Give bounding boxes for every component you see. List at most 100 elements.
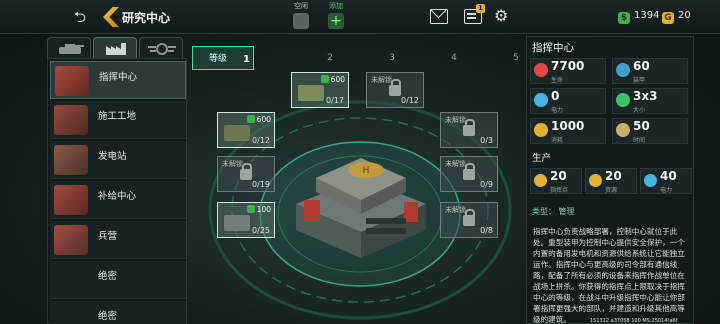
stat-label: 装甲 — [633, 77, 646, 84]
production-label: 指挥点 — [550, 187, 569, 194]
gold-coin-icon: G — [662, 12, 674, 24]
production-command-points: 20 指挥点 — [530, 168, 582, 194]
queue-slot-add[interactable]: 添加 + — [322, 1, 350, 29]
level-3[interactable]: 3 — [382, 47, 402, 69]
factory-icon — [106, 43, 126, 55]
stat-time: 50 时间 — [612, 118, 688, 144]
building-thumbnail — [54, 105, 88, 135]
building-name: 兵营 — [98, 231, 118, 242]
tab-buildings[interactable] — [93, 37, 137, 59]
upgrade-card-4[interactable]: 未解锁 0/3 — [440, 112, 498, 148]
stat-hp: 7700 生命 — [530, 58, 606, 84]
list-item-supply-center[interactable]: 补给中心 — [50, 181, 186, 219]
building-thumbnail — [55, 66, 89, 96]
mail-icon[interactable] — [430, 9, 448, 24]
production-label: 电力 — [660, 187, 673, 194]
lock-icon — [389, 79, 401, 96]
cash-counter[interactable]: $1394 — [618, 9, 660, 24]
gold-value: 20 — [678, 10, 691, 21]
card-progress: 0/12 — [401, 96, 419, 105]
cash-icon: $ — [618, 12, 630, 24]
stat-value: 60 — [633, 59, 650, 73]
list-item-construction-site[interactable]: 施工工地 — [50, 101, 186, 139]
production-value: 20 — [550, 169, 567, 183]
notification-badge: 1 — [476, 4, 485, 13]
card-progress: 0/12 — [252, 136, 270, 145]
building-thumbnail — [54, 185, 88, 215]
card-locked-label: 未解锁 — [222, 160, 243, 168]
stat-label: 大小 — [633, 107, 646, 114]
gold-counter[interactable]: G 20 — [662, 9, 691, 24]
card-locked-label: 未解锁 — [445, 206, 466, 214]
lightning-icon — [534, 93, 548, 107]
card-locked-label: 未解锁 — [445, 116, 466, 124]
level-4[interactable]: 4 — [444, 47, 464, 69]
upgrade-card-7[interactable]: 100 0/25 — [217, 202, 275, 238]
list-item-classified-1[interactable]: 绝密 — [50, 261, 186, 299]
stat-value: 3x3 — [633, 89, 658, 103]
upgrade-card-6[interactable]: 未解锁 0/9 — [440, 156, 498, 192]
level-2[interactable]: 2 — [320, 47, 340, 69]
list-item-command-center[interactable]: 指挥中心 — [50, 61, 186, 99]
tank-icon — [59, 44, 84, 54]
building-thumbnail — [54, 145, 88, 175]
wings-emblem-icon — [148, 43, 176, 55]
stat-value: 0 — [551, 89, 560, 103]
research-center-icon — [103, 7, 119, 27]
card-cost: 600 — [246, 115, 271, 124]
card-locked-label: 未解锁 — [445, 160, 466, 168]
stat-cost: 1000 消耗 — [530, 118, 606, 144]
research-center-screen: ⮌ 研究中心 空闲 添加 + 1 ⚙ $1394 G 20 指挥中心 施工工地 发… — [0, 0, 720, 324]
list-item-classified-2[interactable]: 绝密 — [50, 301, 186, 324]
level-current[interactable]: 等级 1 — [192, 46, 254, 70]
list-item-power-plant[interactable]: 发电站 — [50, 141, 186, 179]
heart-icon — [534, 63, 548, 77]
card-cost-value: 600 — [330, 75, 345, 84]
upgrade-card-8[interactable]: 未解锁 0/8 — [440, 202, 498, 238]
top-bar: ⮌ 研究中心 空闲 添加 + 1 ⚙ $1394 G 20 — [0, 0, 720, 34]
stat-label: 消耗 — [551, 137, 564, 144]
card-progress: 0/3 — [480, 136, 493, 145]
card-cost-value: 100 — [256, 205, 271, 214]
shield-icon — [616, 63, 630, 77]
upgrade-card-1[interactable]: 600 0/17 — [291, 72, 349, 108]
resource-icon — [589, 174, 602, 187]
building-name: 绝密 — [98, 271, 118, 282]
list-item-barracks[interactable]: 兵营 — [50, 221, 186, 259]
back-button[interactable]: ⮌ — [74, 8, 94, 26]
svg-text:H: H — [363, 166, 370, 176]
lock-icon — [463, 209, 475, 226]
production-value: 20 — [605, 169, 622, 183]
unit-image — [224, 125, 250, 141]
lock-icon — [240, 163, 252, 180]
expand-arrows-icon — [616, 93, 630, 107]
queue-slot-idle[interactable]: 空闲 — [287, 1, 315, 29]
production-power: 40 电力 — [640, 168, 692, 194]
upgrade-card-3[interactable]: 600 0/12 — [217, 112, 275, 148]
production-title: 生产 — [532, 153, 552, 164]
card-cost-value: 600 — [256, 115, 271, 124]
building-list: 指挥中心 施工工地 发电站 补给中心 兵营 绝密 绝密 — [47, 58, 187, 324]
card-progress: 0/17 — [326, 96, 344, 105]
stat-armor: 60 装甲 — [612, 58, 688, 84]
building-thumbnail — [54, 225, 88, 255]
settings-gear-icon[interactable]: ⚙ — [494, 8, 510, 24]
card-progress: 0/19 — [252, 180, 270, 189]
lightning-icon — [644, 174, 657, 187]
supply-crate-icon — [534, 123, 548, 137]
unit-image — [224, 215, 250, 231]
tab-defense[interactable] — [139, 37, 183, 59]
production-value: 40 — [660, 169, 677, 183]
cash-value: 1394 — [634, 10, 660, 21]
building-type: 类型： 管理 — [532, 207, 575, 216]
production-resources: 20 资源 — [585, 168, 637, 194]
production-label: 资源 — [605, 187, 618, 194]
upgrade-card-5[interactable]: 未解锁 0/19 — [217, 156, 275, 192]
card-cost: 600 — [320, 75, 345, 84]
tab-units[interactable] — [47, 37, 91, 59]
clock-icon — [616, 123, 630, 137]
card-progress: 0/8 — [480, 226, 493, 235]
level-label: 等级 — [209, 54, 228, 64]
level-5[interactable]: 5 — [506, 47, 526, 69]
upgrade-card-2[interactable]: 未解锁 0/12 — [366, 72, 424, 108]
